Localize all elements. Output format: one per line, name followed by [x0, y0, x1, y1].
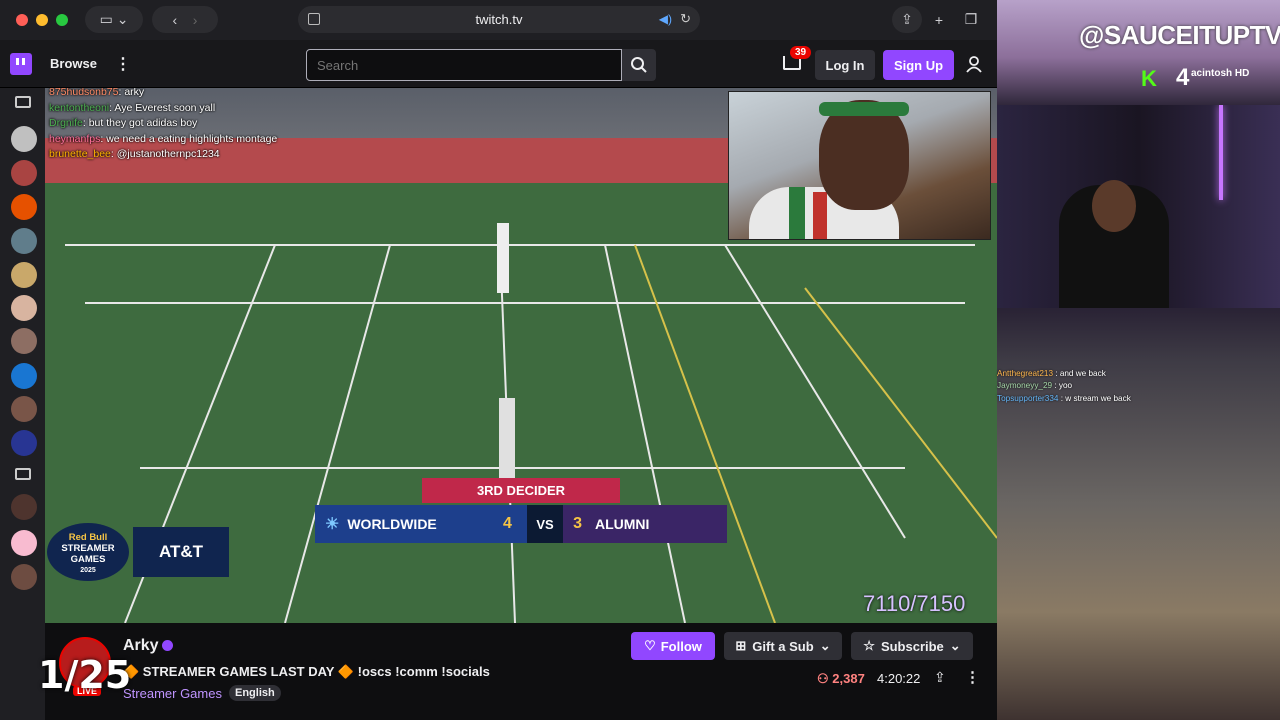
team1-name: WORLDWIDE [347, 516, 437, 532]
vs-label: VS [527, 505, 563, 543]
stream-counter-overlay: 1/25 [38, 653, 132, 697]
browser-titlebar: ▭ ⌄ ‹ › twitch.tv ◀) ↻ ⇪ + ❐ [0, 0, 997, 40]
rail-channel-avatar[interactable] [11, 363, 37, 389]
maximize-window-button[interactable] [56, 14, 68, 26]
rail-channel-avatar[interactable] [11, 530, 37, 556]
share-icon[interactable]: ⇪ [892, 6, 922, 33]
chevron-down-icon: ⌄ [949, 638, 961, 653]
video-camera-icon[interactable] [15, 468, 31, 480]
close-window-button[interactable] [16, 14, 28, 26]
att-logo: AT&T [133, 527, 229, 577]
rail-channel-avatar[interactable] [11, 262, 37, 288]
follow-button[interactable]: ♡ Follow [631, 632, 715, 660]
category-link[interactable]: Streamer Games [123, 686, 222, 701]
search-icon [631, 57, 647, 73]
subscribe-button[interactable]: ☆ Subscribe ⌄ [851, 632, 973, 660]
chat-line: Jaymoneyy_29 : yoo [997, 381, 1073, 391]
reload-icon[interactable]: ↻ [680, 11, 691, 27]
browse-link[interactable]: Browse [50, 56, 97, 71]
goal-progress-text: 7110/7150 [863, 591, 966, 616]
picture-in-picture-cam [728, 91, 991, 240]
user-menu-icon[interactable] [966, 56, 982, 73]
rail-channel-avatar[interactable] [11, 564, 37, 590]
search-input[interactable] [306, 49, 622, 81]
sponsor-logo: Red Bull STREAMER GAMES 2025 AT&T [45, 523, 245, 581]
rail-channel-avatar[interactable] [11, 228, 37, 254]
rail-channel-avatar[interactable] [11, 396, 37, 422]
heart-icon: ♡ [644, 638, 656, 653]
stream-title: 🔶 STREAMER GAMES LAST DAY 🔶 !oscs !comm … [123, 664, 490, 679]
sidebar-toggle-button[interactable]: ▭ ⌄ [85, 6, 143, 33]
more-options-icon[interactable]: ⋮ [965, 668, 980, 686]
chat-line: Drgnife: but they got adidas boy [49, 117, 198, 129]
star-icon: ☆ [863, 638, 875, 653]
new-tab-icon[interactable]: + [925, 6, 953, 33]
page-menu-icon[interactable] [308, 13, 320, 25]
followed-channels-rail [0, 88, 45, 720]
verified-icon [162, 640, 173, 651]
twitch-logo[interactable] [10, 53, 32, 75]
browser-window: ▭ ⌄ ‹ › twitch.tv ◀) ↻ ⇪ + ❐ Browse ⋮ Se… [0, 0, 997, 720]
chevron-down-icon: ⌄ [819, 638, 831, 653]
rail-channel-avatar[interactable] [11, 328, 37, 354]
share-icon[interactable]: ⇪ [934, 669, 946, 686]
chat-line: heymanfps: we need a eating highlights m… [49, 132, 278, 145]
language-tag[interactable]: English [229, 685, 281, 701]
notification-badge: 39 [790, 46, 812, 59]
video-chat-overlay: 875hudsonb75: arky kentontheoni: Aye Eve… [49, 88, 277, 163]
signup-button[interactable]: Sign Up [883, 50, 954, 80]
viewer-count: ⚇ 2,387 [817, 671, 865, 686]
login-button[interactable]: Log In [815, 50, 875, 80]
video-player[interactable]: 875hudsonb75: arky kentontheoni: Aye Eve… [45, 88, 997, 623]
rail-channel-avatar[interactable] [11, 295, 37, 321]
scoreboard-title: 3RD DECIDER [422, 478, 620, 503]
streamer-webcam [997, 105, 1280, 308]
gift-sub-button[interactable]: ⊞ Gift a Sub ⌄ [724, 632, 842, 660]
url-text: twitch.tv [475, 12, 523, 27]
chat-line: kentontheoni: Aye Everest soon yall [49, 101, 216, 114]
minimize-window-button[interactable] [36, 14, 48, 26]
rail-channel-avatar[interactable] [11, 494, 37, 520]
team2-name: ALUMNI [587, 505, 727, 543]
drive-label: acintosh HD [1191, 68, 1250, 79]
address-bar[interactable]: twitch.tv ◀) ↻ [298, 6, 700, 33]
chat-line: Antthegreat213 : and we back [997, 369, 1106, 378]
rail-channel-avatar[interactable] [11, 194, 37, 220]
chat-line: brunette_bee: @justanothernpc1234 [49, 148, 220, 160]
tab-overview-icon[interactable]: ❐ [956, 6, 986, 33]
sidebar-icon: ▭ [99, 11, 113, 27]
person-icon: ⚇ [817, 671, 829, 686]
rail-channel-avatar[interactable] [11, 430, 37, 456]
scoreboard: 3RD DECIDER ☀ WORLDWIDE 4 VS 3 ALUMNI [315, 478, 727, 546]
audio-playing-icon[interactable]: ◀) [659, 12, 672, 26]
kick-viewer-count: 4 [1176, 64, 1190, 91]
kick-icon: K [1141, 66, 1157, 91]
channel-info: LIVE Arky 🔶 STREAMER GAMES LAST DAY 🔶 !o… [45, 623, 997, 720]
history-nav: ‹ › [152, 6, 218, 33]
team1-score: 4 [503, 505, 527, 543]
chevron-down-icon: ⌄ [116, 11, 129, 27]
gift-icon: ⊞ [735, 638, 747, 653]
back-icon[interactable]: ‹ [173, 12, 178, 28]
sun-icon: ☀ [325, 516, 340, 533]
chat-line: 875hudsonb75: arky [49, 88, 145, 98]
redbull-logo: Red Bull STREAMER GAMES 2025 [47, 523, 129, 581]
more-menu-icon[interactable]: ⋮ [115, 54, 131, 74]
team2-score: 3 [563, 505, 587, 543]
stream-uptime: 4:20:22 [877, 671, 921, 686]
rail-channel-avatar[interactable] [11, 160, 37, 186]
chat-line: Topsupporter334 : w stream we back [997, 393, 1131, 403]
video-camera-icon[interactable] [15, 96, 31, 108]
overlay-chat: Antthegreat213 : and we back Jaymoneyy_2… [997, 368, 1131, 405]
search-button[interactable] [622, 49, 656, 81]
rail-channel-avatar[interactable] [11, 126, 37, 152]
forward-icon[interactable]: › [193, 12, 198, 28]
streamer-handle: @SAUCEITUPTV [1079, 20, 1280, 50]
twitch-topnav: Browse ⋮ 39 Log In Sign Up [0, 40, 997, 88]
stream-overlay-panel: @SAUCEITUPTV K 4 acintosh HD Antthegreat… [997, 0, 1280, 720]
